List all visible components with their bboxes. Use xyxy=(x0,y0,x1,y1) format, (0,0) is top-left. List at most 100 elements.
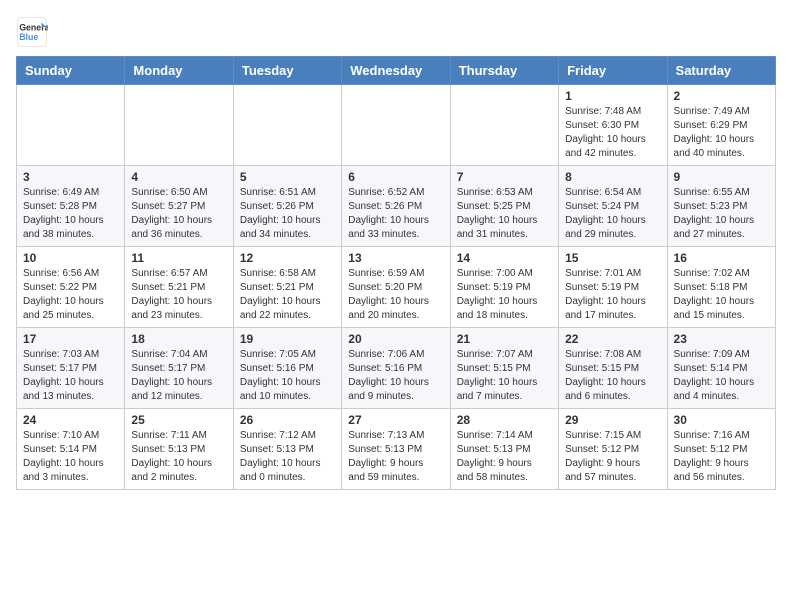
day-number: 30 xyxy=(674,413,769,427)
week-row-2: 10 Sunrise: 6:56 AM Sunset: 5:22 PM Dayli… xyxy=(17,247,776,328)
day-number: 6 xyxy=(348,170,443,184)
day-info: Sunrise: 6:53 AM Sunset: 5:25 PM Dayligh… xyxy=(457,186,552,242)
day-number: 20 xyxy=(348,332,443,346)
day-info: Sunrise: 7:02 AM Sunset: 5:18 PM Dayligh… xyxy=(674,267,769,323)
day-number: 19 xyxy=(240,332,335,346)
day-number: 2 xyxy=(674,89,769,103)
calendar-cell: 30 Sunrise: 7:16 AM Sunset: 5:12 PM Dayli… xyxy=(667,409,775,490)
header-tuesday: Tuesday xyxy=(233,57,341,85)
day-number: 7 xyxy=(457,170,552,184)
day-info: Sunrise: 7:48 AM Sunset: 6:30 PM Dayligh… xyxy=(565,105,660,161)
day-number: 9 xyxy=(674,170,769,184)
calendar-cell: 6 Sunrise: 6:52 AM Sunset: 5:26 PM Daylig… xyxy=(342,166,450,247)
logo-icon: General Blue xyxy=(16,16,48,48)
day-number: 25 xyxy=(131,413,226,427)
calendar-cell: 10 Sunrise: 6:56 AM Sunset: 5:22 PM Dayli… xyxy=(17,247,125,328)
day-info: Sunrise: 6:52 AM Sunset: 5:26 PM Dayligh… xyxy=(348,186,443,242)
day-info: Sunrise: 7:14 AM Sunset: 5:13 PM Dayligh… xyxy=(457,429,552,485)
calendar-cell: 18Sunrise: 7:04 AM Sunset: 5:17 PM Dayli… xyxy=(125,328,233,409)
calendar-cell: 15Sunrise: 7:01 AM Sunset: 5:19 PM Dayli… xyxy=(559,247,667,328)
day-info: Sunrise: 6:57 AM Sunset: 5:21 PM Dayligh… xyxy=(131,267,226,323)
calendar-cell: 23Sunrise: 7:09 AM Sunset: 5:14 PM Dayli… xyxy=(667,328,775,409)
day-number: 23 xyxy=(674,332,769,346)
day-number: 13 xyxy=(348,251,443,265)
day-number: 17 xyxy=(23,332,118,346)
day-number: 12 xyxy=(240,251,335,265)
calendar-cell xyxy=(233,85,341,166)
day-number: 11 xyxy=(131,251,226,265)
calendar-cell: 22 Sunrise: 7:08 AM Sunset: 5:15 PM Dayli… xyxy=(559,328,667,409)
calendar-cell: 8 Sunrise: 6:54 AM Sunset: 5:24 PM Daylig… xyxy=(559,166,667,247)
day-info: Sunrise: 7:07 AM Sunset: 5:15 PM Dayligh… xyxy=(457,348,552,404)
calendar-cell: 9 Sunrise: 6:55 AM Sunset: 5:23 PM Daylig… xyxy=(667,166,775,247)
header-monday: Monday xyxy=(125,57,233,85)
calendar-cell: 29Sunrise: 7:15 AM Sunset: 5:12 PM Dayli… xyxy=(559,409,667,490)
calendar-cell: 13 Sunrise: 6:59 AM Sunset: 5:20 PM Dayli… xyxy=(342,247,450,328)
day-info: Sunrise: 6:55 AM Sunset: 5:23 PM Dayligh… xyxy=(674,186,769,242)
calendar-cell xyxy=(125,85,233,166)
calendar-cell: 25 Sunrise: 7:11 AM Sunset: 5:13 PM Dayli… xyxy=(125,409,233,490)
day-number: 10 xyxy=(23,251,118,265)
calendar-cell: 1 Sunrise: 7:48 AM Sunset: 6:30 PM Daylig… xyxy=(559,85,667,166)
calendar-cell: 21 Sunrise: 7:07 AM Sunset: 5:15 PM Dayli… xyxy=(450,328,558,409)
svg-text:Blue: Blue xyxy=(19,32,38,42)
day-number: 22 xyxy=(565,332,660,346)
day-number: 28 xyxy=(457,413,552,427)
day-info: Sunrise: 7:00 AM Sunset: 5:19 PM Dayligh… xyxy=(457,267,552,323)
calendar-cell: 24 Sunrise: 7:10 AM Sunset: 5:14 PM Dayli… xyxy=(17,409,125,490)
day-number: 8 xyxy=(565,170,660,184)
header-saturday: Saturday xyxy=(667,57,775,85)
header-sunday: Sunday xyxy=(17,57,125,85)
day-info: Sunrise: 7:08 AM Sunset: 5:15 PM Dayligh… xyxy=(565,348,660,404)
day-info: Sunrise: 6:49 AM Sunset: 5:28 PM Dayligh… xyxy=(23,186,118,242)
day-info: Sunrise: 7:10 AM Sunset: 5:14 PM Dayligh… xyxy=(23,429,118,485)
header-friday: Friday xyxy=(559,57,667,85)
day-number: 26 xyxy=(240,413,335,427)
day-info: Sunrise: 7:03 AM Sunset: 5:17 PM Dayligh… xyxy=(23,348,118,404)
calendar-cell: 20 Sunrise: 7:06 AM Sunset: 5:16 PM Dayli… xyxy=(342,328,450,409)
day-number: 14 xyxy=(457,251,552,265)
svg-text:General: General xyxy=(19,22,48,32)
day-info: Sunrise: 7:13 AM Sunset: 5:13 PM Dayligh… xyxy=(348,429,443,485)
day-info: Sunrise: 7:06 AM Sunset: 5:16 PM Dayligh… xyxy=(348,348,443,404)
day-number: 24 xyxy=(23,413,118,427)
day-number: 21 xyxy=(457,332,552,346)
day-number: 5 xyxy=(240,170,335,184)
calendar-cell: 5 Sunrise: 6:51 AM Sunset: 5:26 PM Daylig… xyxy=(233,166,341,247)
calendar-cell: 11 Sunrise: 6:57 AM Sunset: 5:21 PM Dayli… xyxy=(125,247,233,328)
calendar-cell: 17 Sunrise: 7:03 AM Sunset: 5:17 PM Dayli… xyxy=(17,328,125,409)
day-info: Sunrise: 7:05 AM Sunset: 5:16 PM Dayligh… xyxy=(240,348,335,404)
day-number: 3 xyxy=(23,170,118,184)
calendar-cell: 27Sunrise: 7:13 AM Sunset: 5:13 PM Dayli… xyxy=(342,409,450,490)
day-info: Sunrise: 6:59 AM Sunset: 5:20 PM Dayligh… xyxy=(348,267,443,323)
day-info: Sunrise: 7:15 AM Sunset: 5:12 PM Dayligh… xyxy=(565,429,660,485)
header-row: SundayMondayTuesdayWednesdayThursdayFrid… xyxy=(17,57,776,85)
day-info: Sunrise: 6:51 AM Sunset: 5:26 PM Dayligh… xyxy=(240,186,335,242)
calendar-cell: 19 Sunrise: 7:05 AM Sunset: 5:16 PM Dayli… xyxy=(233,328,341,409)
week-row-4: 24 Sunrise: 7:10 AM Sunset: 5:14 PM Dayli… xyxy=(17,409,776,490)
calendar-cell: 12 Sunrise: 6:58 AM Sunset: 5:21 PM Dayli… xyxy=(233,247,341,328)
page-header: General Blue xyxy=(16,16,776,48)
week-row-1: 3 Sunrise: 6:49 AM Sunset: 5:28 PM Daylig… xyxy=(17,166,776,247)
day-info: Sunrise: 7:01 AM Sunset: 5:19 PM Dayligh… xyxy=(565,267,660,323)
day-number: 4 xyxy=(131,170,226,184)
calendar-cell: 26 Sunrise: 7:12 AM Sunset: 5:13 PM Dayli… xyxy=(233,409,341,490)
calendar-cell: 7 Sunrise: 6:53 AM Sunset: 5:25 PM Daylig… xyxy=(450,166,558,247)
day-info: Sunrise: 7:11 AM Sunset: 5:13 PM Dayligh… xyxy=(131,429,226,485)
day-number: 18 xyxy=(131,332,226,346)
day-info: Sunrise: 6:56 AM Sunset: 5:22 PM Dayligh… xyxy=(23,267,118,323)
day-info: Sunrise: 6:50 AM Sunset: 5:27 PM Dayligh… xyxy=(131,186,226,242)
calendar-table: SundayMondayTuesdayWednesdayThursdayFrid… xyxy=(16,56,776,490)
calendar-cell: 14 Sunrise: 7:00 AM Sunset: 5:19 PM Dayli… xyxy=(450,247,558,328)
header-thursday: Thursday xyxy=(450,57,558,85)
calendar-cell: 16 Sunrise: 7:02 AM Sunset: 5:18 PM Dayli… xyxy=(667,247,775,328)
day-number: 1 xyxy=(565,89,660,103)
day-info: Sunrise: 7:16 AM Sunset: 5:12 PM Dayligh… xyxy=(674,429,769,485)
calendar-cell xyxy=(17,85,125,166)
calendar-cell: 28 Sunrise: 7:14 AM Sunset: 5:13 PM Dayli… xyxy=(450,409,558,490)
logo: General Blue xyxy=(16,16,48,48)
day-info: Sunrise: 6:58 AM Sunset: 5:21 PM Dayligh… xyxy=(240,267,335,323)
day-info: Sunrise: 7:12 AM Sunset: 5:13 PM Dayligh… xyxy=(240,429,335,485)
day-number: 16 xyxy=(674,251,769,265)
day-info: Sunrise: 6:54 AM Sunset: 5:24 PM Dayligh… xyxy=(565,186,660,242)
